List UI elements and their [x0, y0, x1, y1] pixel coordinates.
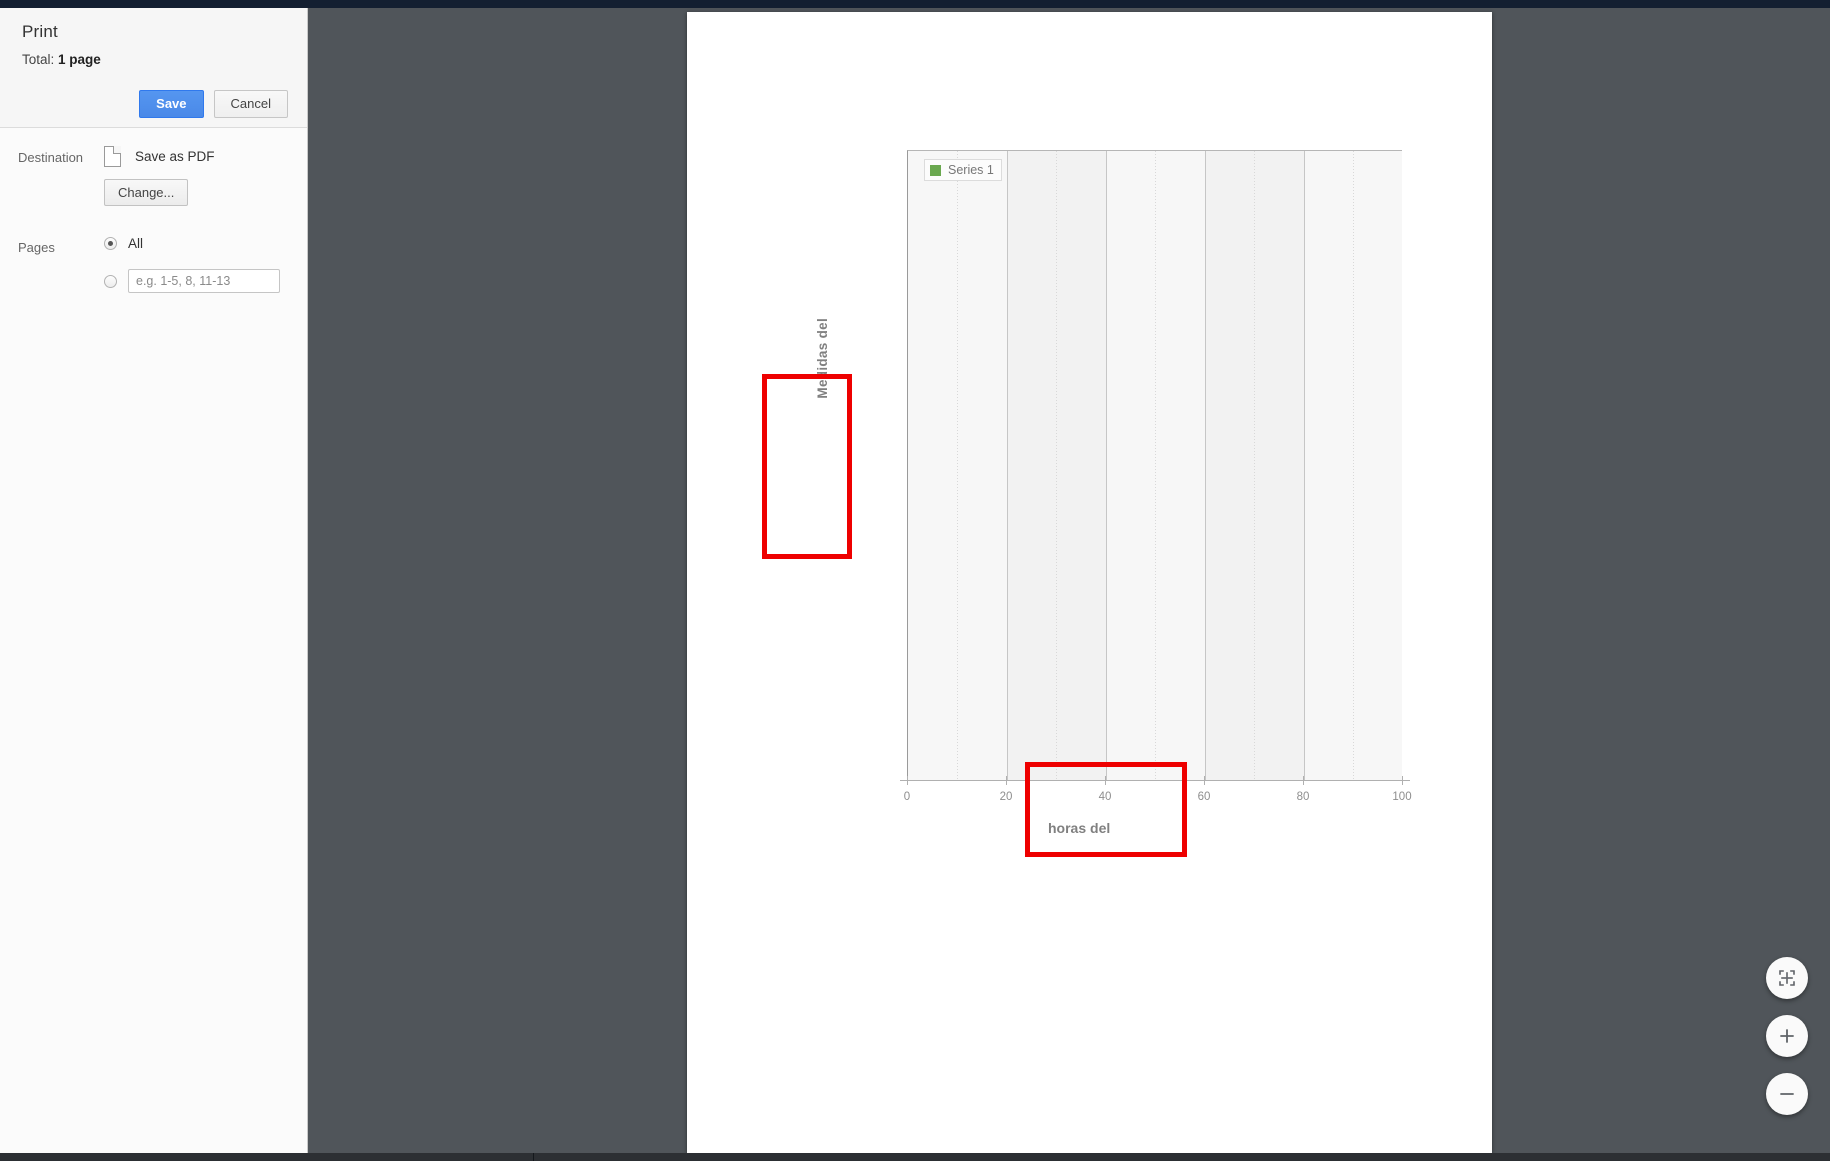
print-dialog-body: Destination Save as PDF Change... Pages … [0, 128, 307, 293]
destination-value: Save as PDF [135, 149, 215, 164]
minus-icon [1780, 1093, 1794, 1095]
y-axis-title: Medidas del [815, 318, 830, 399]
save-button[interactable]: Save [139, 90, 204, 118]
gridline-minor [1155, 151, 1156, 780]
x-axis-tick [1204, 776, 1205, 785]
legend-label-series-1: Series 1 [948, 163, 994, 177]
pages-content: All [104, 236, 307, 293]
destination-content: Save as PDF Change... [104, 146, 307, 206]
gridline-minor [1254, 151, 1255, 780]
change-destination-button[interactable]: Change... [104, 179, 189, 206]
zoom-in-button[interactable] [1766, 1015, 1808, 1057]
bottom-status-strip [0, 1153, 1830, 1161]
plus-icon [1780, 1029, 1794, 1043]
chart-plot-area: Series 1 [907, 150, 1402, 780]
browser-chrome-bar [0, 0, 1830, 8]
x-axis-tick-label: 0 [903, 791, 911, 803]
destination-label: Destination [18, 150, 84, 165]
gridline-major [1304, 151, 1305, 780]
pages-custom-radio[interactable] [104, 274, 117, 288]
pages-all-option[interactable]: All [104, 236, 307, 251]
chart-container: Series 1 0 20 40 60 80 100 Medidas del h… [815, 140, 1412, 836]
x-axis-tick [1105, 776, 1106, 785]
pages-label: Pages [18, 240, 55, 255]
print-dialog-sidebar: Print Total: 1 page Save Cancel Destinat… [0, 8, 308, 1153]
x-axis-tick [907, 776, 908, 785]
fit-to-page-button[interactable] [1766, 957, 1808, 999]
pages-range-input[interactable] [128, 269, 280, 293]
gridline-minor [1056, 151, 1057, 780]
total-pages-text: Total: 1 page [22, 52, 285, 67]
total-value: 1 page [58, 52, 101, 67]
x-axis-tick-label: 100 [1392, 791, 1412, 803]
pages-all-radio[interactable] [104, 237, 117, 250]
page-title: Print [22, 22, 58, 41]
x-axis-tick [1402, 776, 1403, 785]
gridline-minor [1353, 151, 1354, 780]
pages-row: Pages All [0, 236, 307, 293]
x-axis-line [900, 780, 1410, 781]
document-icon [104, 146, 121, 167]
dialog-action-buttons: Save Cancel [139, 90, 288, 118]
x-axis-tick-label: 20 [999, 791, 1013, 803]
pages-custom-option[interactable] [104, 269, 307, 293]
zoom-out-button[interactable] [1766, 1073, 1808, 1115]
gridline-major [1007, 151, 1008, 780]
x-axis-tick-label: 80 [1296, 791, 1310, 803]
viewer-controls [1766, 957, 1808, 1115]
print-preview-page: Series 1 0 20 40 60 80 100 Medidas del h… [687, 12, 1492, 1153]
destination-value-line: Save as PDF [104, 146, 307, 167]
pages-all-label: All [128, 236, 144, 251]
chart-legend[interactable]: Series 1 [924, 159, 1002, 181]
x-axis-tick [1006, 776, 1007, 785]
fit-to-page-icon [1779, 970, 1795, 986]
x-axis-tick-label: 40 [1098, 791, 1112, 803]
bottom-strip-divider [533, 1153, 534, 1161]
destination-row: Destination Save as PDF Change... [0, 146, 307, 206]
total-label: Total: [22, 52, 55, 67]
x-axis-title: horas del [1048, 820, 1111, 836]
screen-root: Print Total: 1 page Save Cancel Destinat… [0, 0, 1830, 1161]
x-axis-tick-label: 60 [1197, 791, 1211, 803]
gridline-major [1205, 151, 1206, 780]
print-dialog-header: Print Total: 1 page Save Cancel [0, 8, 307, 128]
x-axis-tick [1303, 776, 1304, 785]
legend-swatch-series-1 [930, 164, 941, 176]
gridline-major [1106, 151, 1107, 780]
gridline-minor [957, 151, 958, 780]
cancel-button[interactable]: Cancel [213, 90, 288, 118]
